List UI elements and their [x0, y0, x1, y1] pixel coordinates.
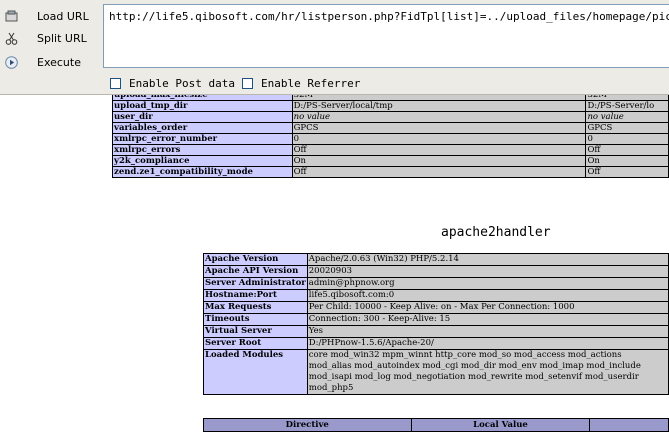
apache-value: life5.qibosoft.com:0: [306, 289, 669, 302]
config-row: zend.ze1_compatibility_mode Off Off: [112, 166, 669, 178]
directive-name: xmlrpc_error_number: [112, 133, 293, 145]
core-config-table: upload_max_filesize 32M 32M upload_tmp_dir D…: [112, 95, 669, 178]
apache-row: Server Root D:/PHPnow-1.5.6/Apache-20/: [203, 337, 669, 350]
apache-value: Yes: [306, 325, 669, 338]
directive-name: upload_tmp_dir: [112, 100, 293, 112]
apache-key: Max Requests: [203, 301, 308, 314]
url-textarea[interactable]: http://life5.qibosoft.com/hr/listperson.…: [103, 4, 669, 68]
apache-key: Timeouts: [203, 313, 308, 326]
apache-row: Hostname:Port life5.qibosoft.com:0: [203, 289, 669, 302]
local-value: Off: [291, 144, 587, 156]
enable-post-label: Enable Post data: [129, 76, 235, 90]
apache-key: Apache Version: [203, 253, 308, 266]
load-url-label: Load URL: [37, 9, 89, 23]
apache-row: Server Administrator admin@phpnow.org: [203, 277, 669, 290]
master-value: D:/PS-Server/lo: [585, 100, 669, 112]
apache-key: Hostname:Port: [203, 289, 308, 302]
apache-key: Server Administrator: [203, 277, 308, 290]
enable-post-option[interactable]: Enable Post data: [110, 76, 235, 90]
local-value: D:/PS-Server/local/tmp: [291, 100, 587, 112]
config-row: xmlrpc_errors Off Off: [112, 144, 669, 156]
enable-referrer-label: Enable Referrer: [261, 76, 361, 90]
apache-key: Apache API Version: [203, 265, 308, 278]
directive-name: zend.ze1_compatibility_mode: [112, 166, 293, 178]
master-value: Off: [585, 166, 669, 178]
apache-row: Virtual Server Yes: [203, 325, 669, 338]
apache-key: Virtual Server: [203, 325, 308, 338]
config-row: upload_tmp_dir D:/PS-Server/local/tmp D:/P…: [112, 100, 669, 112]
load-url-button[interactable]: Load URL: [0, 6, 100, 26]
page-content: upload_max_filesize 32M 32M upload_tmp_dir D…: [0, 95, 669, 432]
directive-name: xmlrpc_errors: [112, 144, 293, 156]
apache-value: D:/PHPnow-1.5.6/Apache-20/: [306, 337, 669, 350]
load-url-icon: [5, 10, 18, 23]
apache-value: admin@phpnow.org: [306, 277, 669, 290]
directive-name: y2k_compliance: [112, 155, 293, 167]
directive-header-table: Directive Local Value: [203, 418, 669, 432]
local-value-column-header: Local Value: [410, 418, 591, 432]
enable-post-checkbox[interactable]: [110, 77, 121, 89]
play-icon: [5, 55, 18, 69]
local-value: no value: [291, 111, 587, 123]
master-value: 0: [585, 133, 669, 145]
apache-value: Connection: 300 - Keep-Alive: 15: [306, 313, 669, 326]
local-value: 0: [291, 133, 587, 145]
master-value-column-header: [589, 418, 669, 432]
apache-row: Apache API Version 20020903: [203, 265, 669, 278]
directive-name: user_dir: [112, 111, 293, 123]
execute-label: Execute: [37, 55, 81, 69]
apache-key: Loaded Modules: [203, 349, 308, 395]
config-row: variables_order GPCS GPCS: [112, 122, 669, 134]
apache-row: Timeouts Connection: 300 - Keep-Alive: 15: [203, 313, 669, 326]
config-row: y2k_compliance On On: [112, 155, 669, 167]
config-row: xmlrpc_error_number 0 0: [112, 133, 669, 145]
apache-row: Apache Version Apache/2.0.63 (Win32) PHP/…: [203, 253, 669, 266]
directive-name: variables_order: [112, 122, 293, 134]
split-url-label: Split URL: [37, 31, 87, 45]
enable-referrer-checkbox[interactable]: [242, 77, 253, 89]
local-value: On: [291, 155, 587, 167]
config-row: user_dir no value no value: [112, 111, 669, 123]
apache-value: Apache/2.0.63 (Win32) PHP/5.2.14: [306, 253, 669, 266]
scissors-icon: [5, 32, 18, 45]
local-value: Off: [291, 166, 587, 178]
apache-value: Per Child: 10000 - Keep Alive: on - Max …: [306, 301, 669, 314]
apache-row: Max Requests Per Child: 10000 - Keep Aliv…: [203, 301, 669, 314]
hackbar-toolbar: Load URL Split URL Execute http://life5.…: [0, 0, 669, 95]
master-value: no value: [585, 111, 669, 123]
apache-key: Server Root: [203, 337, 308, 350]
enable-referrer-option[interactable]: Enable Referrer: [242, 76, 360, 90]
master-value: On: [585, 155, 669, 167]
local-value: GPCS: [291, 122, 587, 134]
directive-column-header: Directive: [203, 418, 412, 432]
apache-row: Loaded Modules core mod_win32 mpm_winnt h…: [203, 349, 669, 395]
apache-info-table: Apache Version Apache/2.0.63 (Win32) PHP/…: [203, 253, 669, 395]
apache-value: core mod_win32 mpm_winnt http_core mod_s…: [306, 349, 669, 395]
apache-value: 20020903: [306, 265, 669, 278]
split-url-button[interactable]: Split URL: [0, 28, 100, 48]
execute-button[interactable]: Execute: [0, 52, 100, 72]
master-value: GPCS: [585, 122, 669, 134]
master-value: Off: [585, 144, 669, 156]
module-title: apache2handler: [441, 225, 551, 240]
